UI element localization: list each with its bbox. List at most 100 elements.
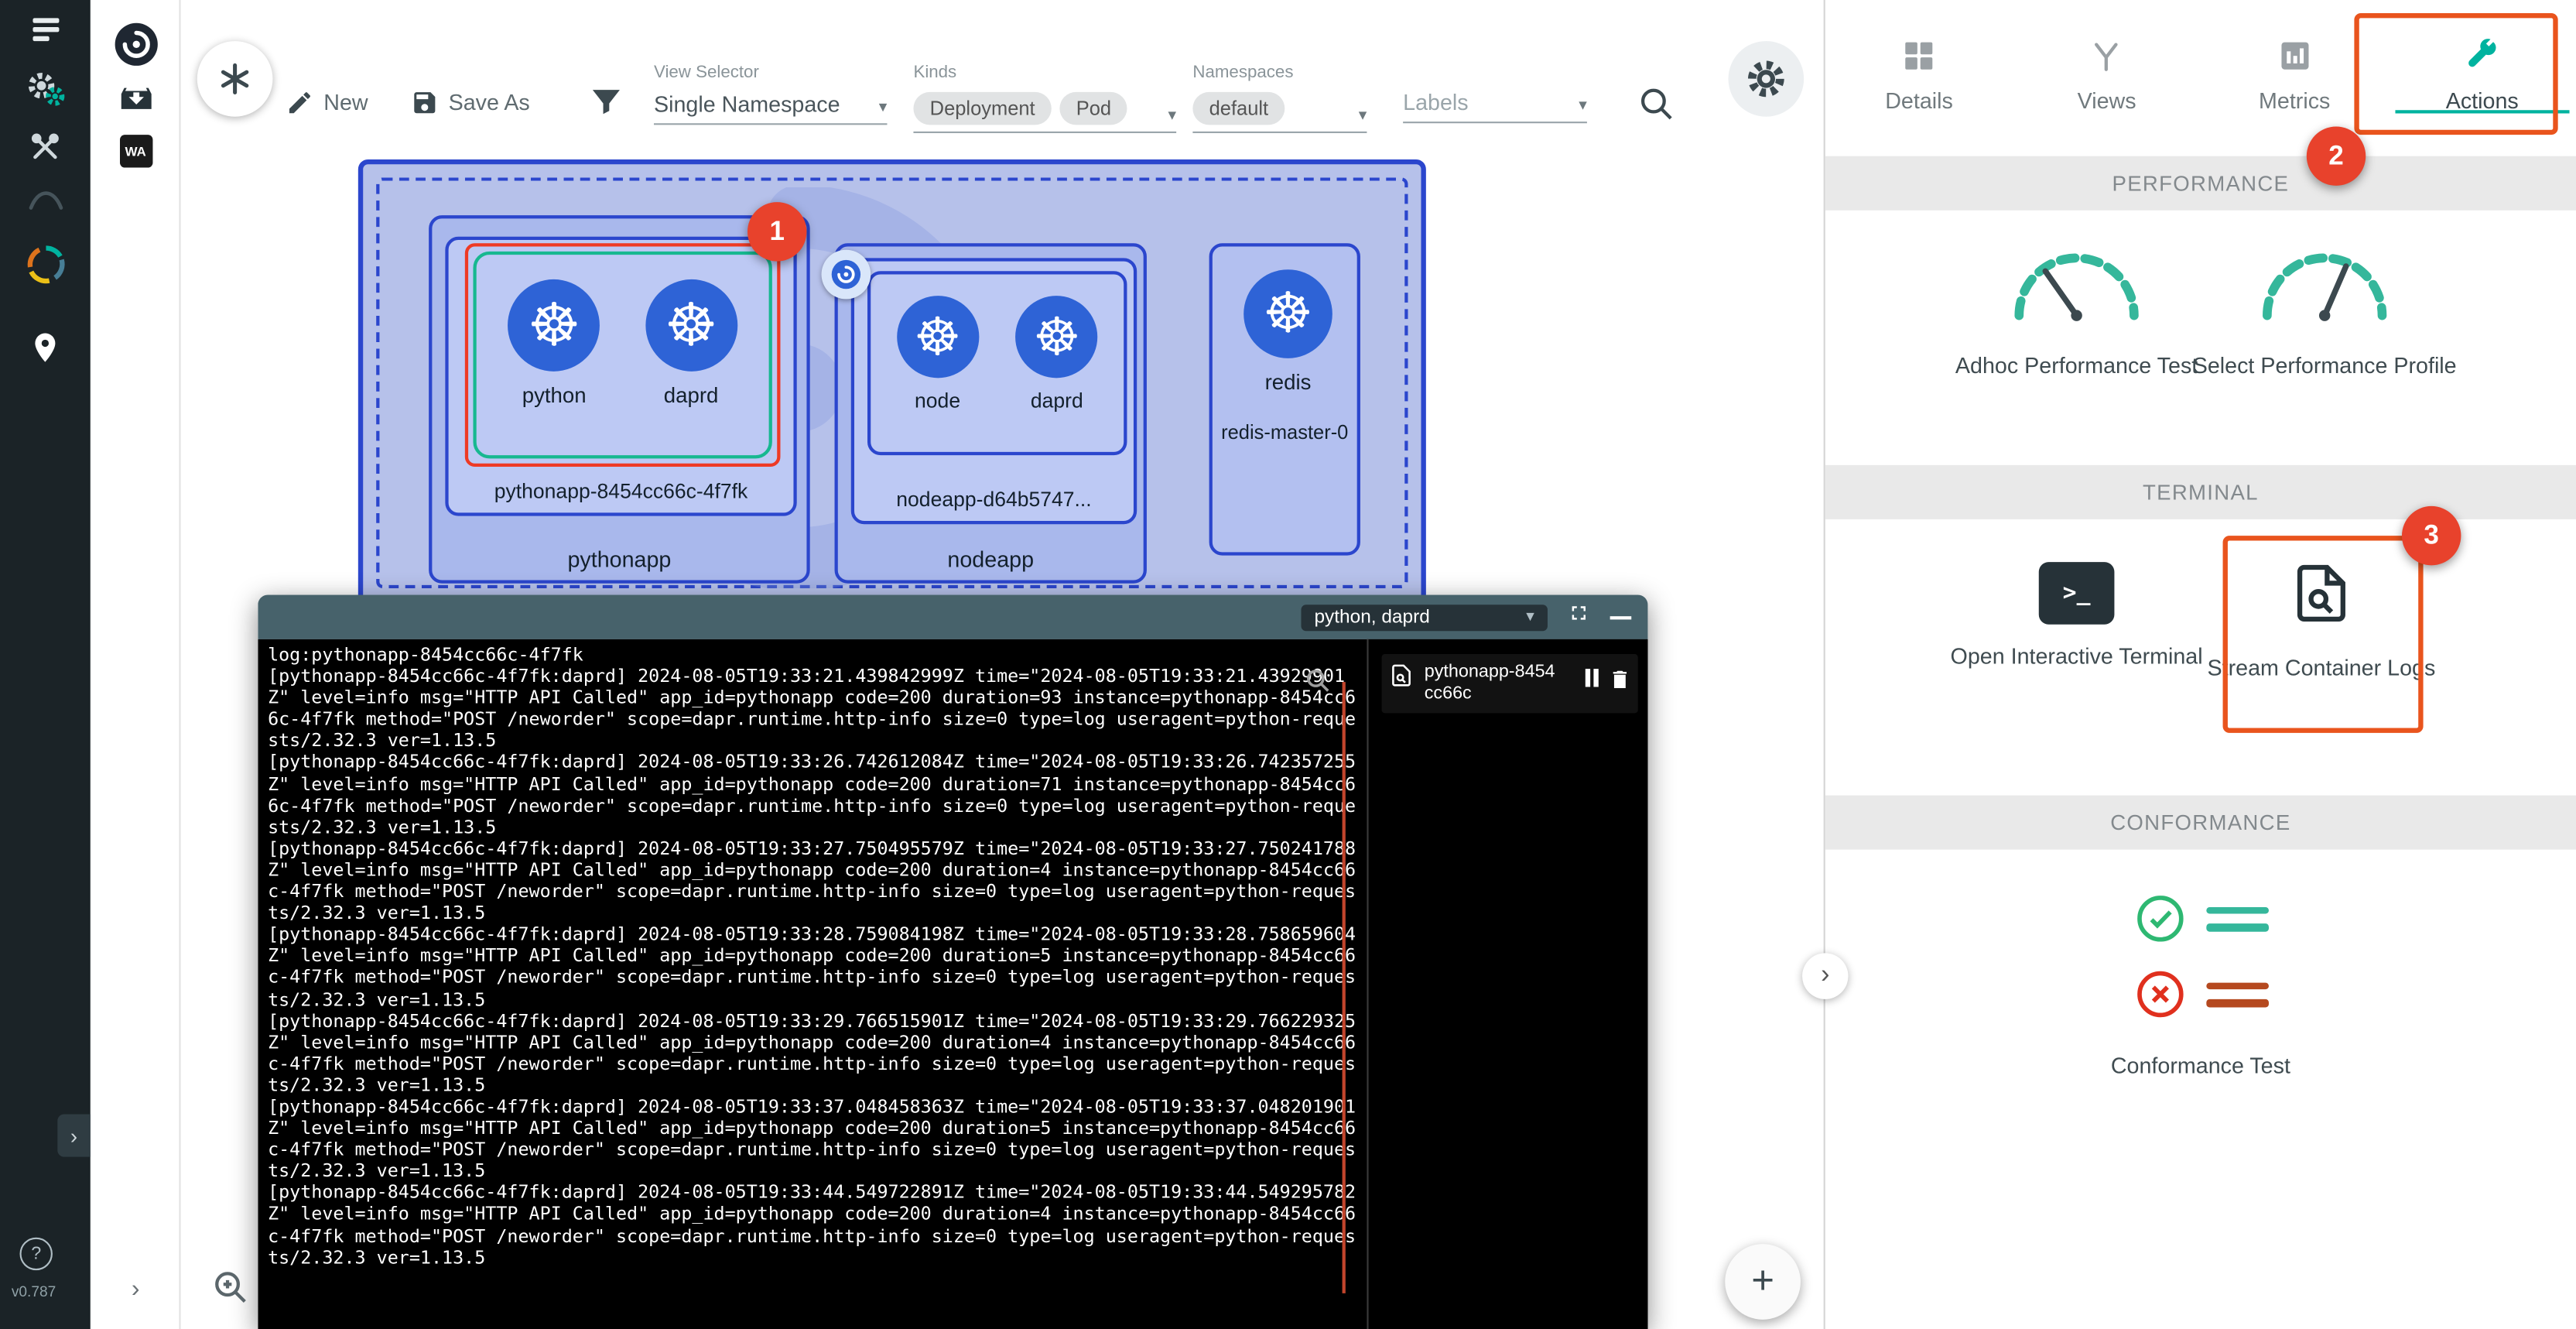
rail-expand-chevron[interactable]: › — [57, 1114, 90, 1156]
fullscreen-icon[interactable] — [1567, 601, 1590, 632]
mesh-logo-icon[interactable] — [0, 243, 91, 286]
log-wrap-guide — [1343, 682, 1346, 1293]
search-icon[interactable] — [1637, 84, 1676, 132]
namespaces-field: Namespaces default ▾ — [1192, 63, 1367, 133]
pod-name-label: daprd — [632, 383, 751, 408]
action-label: Stream Container Logs — [2181, 653, 2461, 686]
group-pythonapp[interactable]: ☸ python ☸ daprd pythonapp-8454cc66c-4f7… — [429, 215, 810, 584]
check-circle-icon — [2133, 892, 2186, 945]
version-label: v0.787 — [12, 1283, 56, 1300]
podsbox-pythonapp[interactable]: ☸ python ☸ daprd — [473, 252, 771, 459]
save-as-button[interactable]: Save As — [411, 89, 530, 117]
spiral-menu-button[interactable] — [197, 41, 273, 117]
log-search-icon[interactable] — [1303, 666, 1332, 704]
views-branch-icon — [2089, 38, 2125, 74]
stream-container-logs-action[interactable]: Stream Container Logs — [2181, 559, 2461, 686]
tools-icon[interactable] — [0, 130, 91, 165]
chevron-down-icon: ▾ — [879, 98, 888, 116]
namespace-chip-default[interactable]: default — [1192, 92, 1285, 125]
trash-icon[interactable] — [1609, 667, 1632, 698]
tab-metrics[interactable]: Metrics — [2201, 0, 2389, 151]
group-label: pythonapp — [432, 547, 806, 572]
panel-collapse-handle[interactable]: › — [1802, 953, 1848, 998]
right-panel: Details Views Metrics Actions PERFORMANC… — [1824, 0, 2576, 1329]
add-button[interactable]: + — [1725, 1244, 1801, 1320]
group-nodeapp[interactable]: ☸ node ☸ daprd nodeapp-d64b5747... nodea… — [835, 243, 1147, 583]
app-root: › ? v0.787 WA › New Save As — [0, 0, 2576, 1329]
pod-redis[interactable]: ☸ redis — [1213, 269, 1363, 394]
wasm-icon[interactable]: WA — [91, 135, 181, 167]
section-header-conformance: CONFORMANCE — [1825, 796, 2576, 850]
adhoc-performance-test-action[interactable]: Adhoc Performance Test — [1937, 237, 2216, 383]
help-button[interactable]: ? — [19, 1238, 52, 1270]
pod-daprd-node[interactable]: ☸ daprd — [1004, 296, 1110, 452]
filter-funnel-icon[interactable] — [588, 84, 624, 128]
labels-dropdown[interactable]: Labels ▾ — [1403, 91, 1587, 123]
chevron-down-icon: ▾ — [1168, 107, 1176, 125]
node-pythonapp[interactable]: ☸ python ☸ daprd pythonapp-8454cc66c-4f7… — [445, 237, 796, 516]
kubernetes-pod-icon: ☸ — [508, 279, 600, 372]
new-button[interactable]: New — [286, 89, 368, 117]
dashboard-icon[interactable] — [0, 13, 91, 46]
stream-list-pane: pythonapp-8454cc66c — [1367, 639, 1647, 1329]
lifecycle-curve-icon[interactable] — [0, 184, 91, 214]
pause-icon[interactable] — [1585, 669, 1599, 687]
tab-views[interactable]: Views — [2013, 0, 2201, 151]
conformance-test-action[interactable] — [1825, 892, 2576, 1021]
dapr-sidecar-badge-icon[interactable] — [822, 250, 871, 300]
action-label: Adhoc Performance Test — [1937, 350, 2216, 383]
dapr-logo-icon[interactable] — [91, 19, 181, 69]
container-selector-dropdown[interactable]: python, daprd ▾ — [1301, 604, 1547, 630]
prompt-glyph: >_ — [2063, 580, 2091, 606]
namespaces-dropdown[interactable]: default ▾ — [1192, 92, 1367, 133]
log-pane[interactable]: log:pythonapp-8454cc66c-4f7fk [pythonapp… — [258, 639, 1367, 1329]
view-selector-dropdown[interactable]: Single Namespace ▾ — [654, 92, 887, 125]
open-interactive-terminal-action[interactable]: >_ Open Interactive Terminal — [1937, 562, 2216, 674]
kind-chip-pod[interactable]: Pod — [1059, 92, 1127, 125]
inbox-icon[interactable] — [91, 79, 181, 115]
view-selector-label: View Selector — [654, 63, 887, 82]
pod-python[interactable]: ☸ python — [495, 279, 614, 455]
settings-gears-icon[interactable] — [0, 69, 91, 108]
select-performance-profile-action[interactable]: Select Performance Profile — [2185, 237, 2465, 383]
gauge-icon — [2254, 237, 2396, 326]
podsbox-nodeapp[interactable]: ☸ node ☸ daprd — [867, 271, 1127, 455]
tab-label: Metrics — [2259, 89, 2330, 114]
stream-item-label: pythonapp-8454cc66c — [1425, 663, 1559, 705]
terminal-section: >_ Open Interactive Terminal Stream Cont… — [1825, 519, 2576, 796]
namespaces-label: Namespaces — [1192, 63, 1367, 82]
kind-chip-deployment[interactable]: Deployment — [913, 92, 1051, 125]
node-label: redis-master-0 — [1213, 421, 1357, 444]
left-dark-rail: › ? v0.787 — [0, 0, 91, 1329]
stream-logs-icon — [1388, 663, 1415, 689]
chevron-down-icon: ▾ — [1359, 107, 1367, 125]
save-icon — [411, 89, 439, 117]
minimize-icon[interactable] — [1610, 615, 1632, 618]
group-label: nodeapp — [838, 547, 1144, 572]
pod-name-label: redis — [1213, 370, 1363, 395]
kubernetes-pod-icon: ☸ — [1244, 269, 1332, 358]
k8s-cluster-box[interactable]: ☸ python ☸ daprd pythonapp-8454cc66c-4f7… — [358, 159, 1426, 606]
gauge-icon — [2006, 237, 2147, 326]
viewport: › ? v0.787 WA › New Save As — [0, 0, 2576, 1329]
actions-wrench-icon — [2464, 38, 2500, 74]
location-pin-icon[interactable] — [0, 325, 91, 369]
stream-item-row[interactable]: pythonapp-8454cc66c — [1382, 654, 1638, 713]
pod-daprd-python[interactable]: ☸ daprd — [632, 279, 751, 455]
node-nodeapp[interactable]: ☸ node ☸ daprd nodeapp-d64b5747... — [851, 258, 1137, 524]
k8s-wheel-glyph: ☸ — [1033, 306, 1080, 368]
action-label: Select Performance Profile — [2185, 350, 2465, 383]
kinds-dropdown[interactable]: Deployment Pod ▾ — [913, 92, 1176, 133]
settings-gear-button[interactable] — [1729, 41, 1805, 117]
action-label: Conformance Test — [1825, 1053, 2576, 1078]
chevron-down-icon: ▾ — [1526, 608, 1534, 626]
canvas-area: New Save As View Selector Single Namespa… — [181, 0, 1824, 1329]
stream-logs-icon — [2287, 559, 2355, 628]
save-as-button-label: Save As — [449, 91, 530, 115]
pod-node[interactable]: ☸ node — [885, 296, 990, 452]
tab-actions[interactable]: Actions — [2388, 0, 2576, 151]
rail-light-chevron[interactable]: › — [91, 1276, 181, 1303]
canvas-zoom-icon[interactable] — [210, 1267, 250, 1315]
tab-details[interactable]: Details — [1825, 0, 2013, 151]
group-redis[interactable]: ☸ redis redis-master-0 — [1209, 243, 1360, 555]
